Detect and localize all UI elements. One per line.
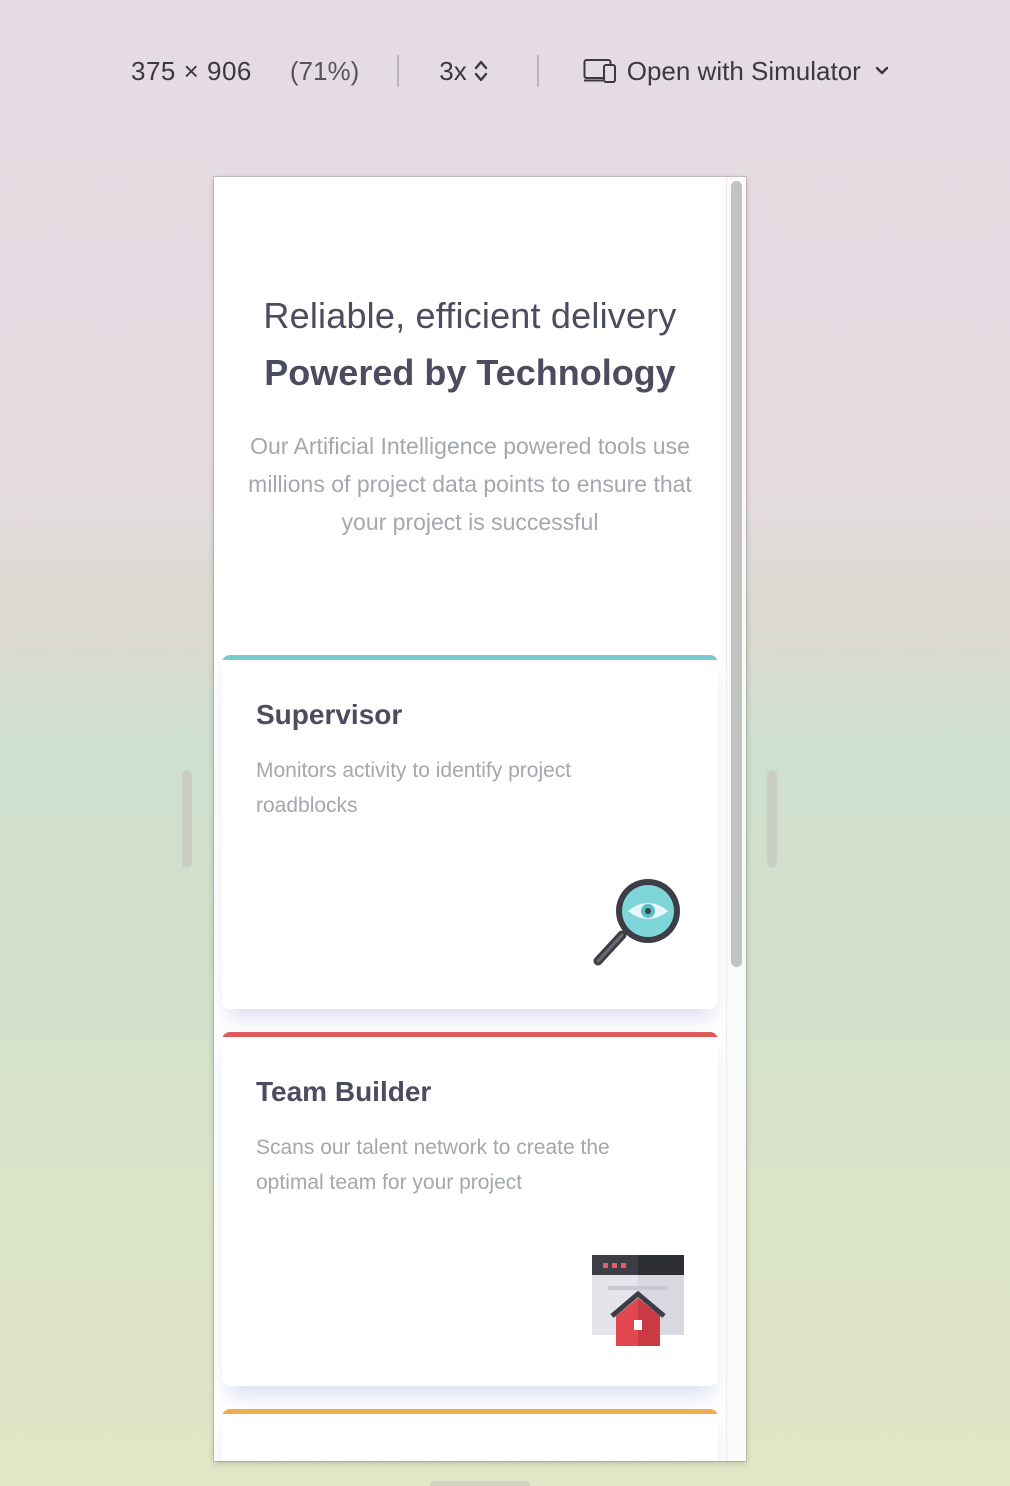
card-accent-bar <box>222 1032 718 1037</box>
card-accent-bar <box>222 1409 718 1414</box>
scrollbar-thumb[interactable] <box>731 181 742 967</box>
card-title: Team Builder <box>256 1076 432 1107</box>
hero-description: Our Artificial Intelligence powered tool… <box>248 433 692 535</box>
card-description: Monitors activity to identify project ro… <box>256 759 572 817</box>
toolbar-divider <box>536 55 539 87</box>
chevron-down-icon <box>875 66 889 75</box>
card-accent-bar <box>222 655 718 660</box>
device-viewport: Reliable, efficient delivery Powered by … <box>214 177 746 1461</box>
resize-handle-bottom[interactable] <box>430 1481 530 1486</box>
zoom-level[interactable]: (71%) <box>290 56 359 87</box>
magnifier-eye-icon <box>593 879 680 966</box>
resize-handle-left[interactable] <box>182 770 192 868</box>
feature-card-partial <box>222 1409 718 1461</box>
device-scale-select[interactable]: 3x <box>439 56 488 87</box>
open-with-label: Open with Simulator <box>626 55 861 86</box>
card-description: Scans our talent network to create the o… <box>256 1136 610 1194</box>
resize-handle-right[interactable] <box>767 770 777 868</box>
updown-chevron-icon <box>474 60 487 82</box>
feature-card-team-builder: Team Builder Scans our talent network to… <box>222 1032 718 1386</box>
responsive-toolbar: 375 × 906 (71%) 3x Open with Simulator <box>131 48 889 94</box>
feature-card-supervisor: Supervisor Monitors activity to identify… <box>222 655 718 1009</box>
hero-subtitle: Reliable, efficient delivery <box>263 295 677 336</box>
scale-value: 3x <box>439 55 467 86</box>
devices-icon <box>583 59 616 83</box>
scrollbar-track[interactable] <box>726 177 746 1461</box>
viewport-dimensions[interactable]: 375 × 906 <box>131 56 252 87</box>
card-title: Supervisor <box>256 699 403 730</box>
toolbar-divider <box>397 55 400 87</box>
open-with-simulator-button[interactable]: Open with Simulator <box>583 56 889 87</box>
hero-title: Powered by Technology <box>264 352 676 393</box>
team-builder-icon <box>592 1255 684 1346</box>
